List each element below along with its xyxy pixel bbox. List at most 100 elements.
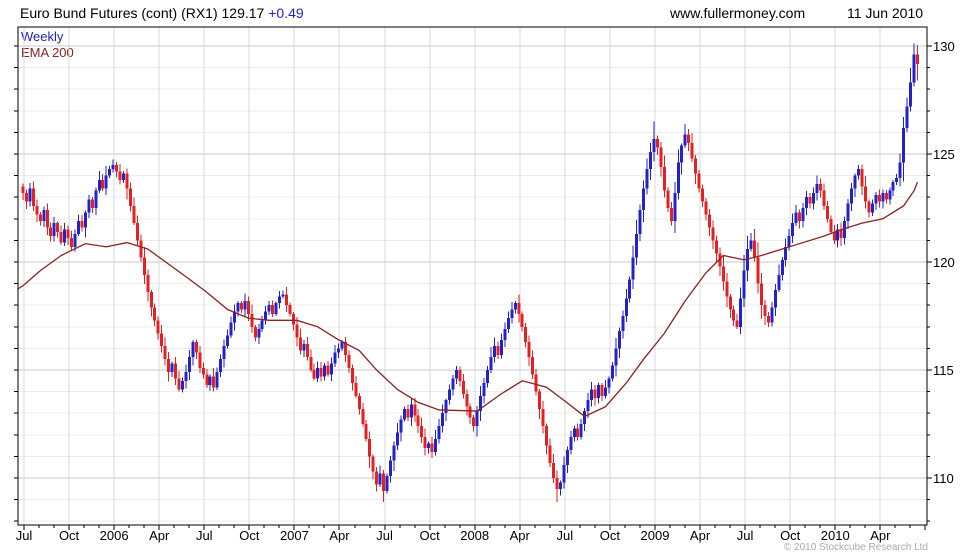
candle bbox=[177, 378, 181, 390]
x-axis-label: 2006 bbox=[99, 528, 129, 543]
candle bbox=[687, 134, 691, 144]
candle bbox=[853, 175, 857, 189]
candle bbox=[357, 395, 361, 409]
candle bbox=[423, 436, 427, 448]
candle bbox=[881, 192, 885, 202]
candle bbox=[607, 378, 611, 388]
candle bbox=[239, 303, 243, 310]
candle bbox=[538, 391, 542, 409]
x-axis-label: 2010 bbox=[820, 528, 850, 543]
candle bbox=[714, 240, 718, 254]
candle bbox=[891, 182, 895, 191]
candle bbox=[811, 192, 815, 204]
x-axis-label: Oct bbox=[239, 528, 260, 543]
candle bbox=[413, 404, 417, 416]
candle bbox=[160, 333, 164, 347]
x-axis-label: Oct bbox=[599, 528, 621, 543]
candle bbox=[683, 134, 687, 146]
candle bbox=[583, 411, 587, 424]
candle bbox=[555, 478, 559, 489]
x-axis-label: Jul bbox=[15, 528, 33, 543]
candle bbox=[219, 359, 223, 373]
x-axis-label: Jul bbox=[556, 528, 574, 543]
candle bbox=[309, 357, 313, 370]
candle bbox=[572, 428, 576, 437]
candle bbox=[915, 54, 919, 64]
candle bbox=[711, 227, 715, 241]
candle bbox=[759, 283, 763, 306]
candle bbox=[191, 341, 195, 358]
candle bbox=[364, 424, 368, 440]
candle bbox=[70, 238, 74, 247]
candle bbox=[444, 400, 448, 414]
candle bbox=[125, 173, 129, 189]
candle bbox=[850, 188, 854, 204]
candle bbox=[867, 201, 871, 213]
candle bbox=[146, 274, 150, 293]
candle bbox=[333, 352, 337, 364]
x-axis-label: Apr bbox=[149, 528, 170, 543]
candle bbox=[558, 482, 562, 489]
candle bbox=[766, 316, 770, 323]
x-axis-label: 2009 bbox=[640, 528, 670, 543]
candle bbox=[24, 192, 28, 202]
x-axis-label: 2007 bbox=[279, 528, 309, 543]
candle bbox=[330, 363, 334, 375]
candle bbox=[101, 179, 105, 189]
x-axis-label: 2008 bbox=[460, 528, 490, 543]
candle bbox=[156, 320, 160, 334]
candle bbox=[597, 385, 601, 399]
candle bbox=[541, 408, 545, 427]
candle bbox=[212, 376, 216, 388]
x-axis-label: Apr bbox=[870, 528, 891, 543]
candle bbox=[617, 331, 621, 349]
candle bbox=[323, 365, 327, 377]
candle bbox=[406, 408, 410, 418]
candle bbox=[798, 212, 802, 221]
candle bbox=[725, 281, 729, 297]
candle bbox=[278, 296, 282, 304]
candle bbox=[427, 443, 431, 448]
x-axis-label: Jul bbox=[376, 528, 393, 543]
candle bbox=[194, 341, 198, 353]
candle bbox=[395, 432, 399, 446]
candle bbox=[385, 475, 389, 491]
candle bbox=[704, 201, 708, 215]
candle bbox=[389, 460, 393, 476]
candle bbox=[902, 128, 906, 163]
candle bbox=[430, 443, 434, 453]
candle bbox=[97, 179, 101, 191]
candle bbox=[586, 400, 590, 412]
candle bbox=[680, 145, 684, 163]
candle bbox=[205, 374, 209, 386]
candle bbox=[281, 294, 285, 297]
candle bbox=[787, 236, 791, 247]
candle bbox=[35, 205, 39, 215]
candle bbox=[635, 233, 639, 258]
candle bbox=[773, 290, 777, 308]
candle bbox=[350, 367, 354, 383]
candle bbox=[340, 341, 344, 349]
candle bbox=[347, 354, 351, 368]
candle bbox=[510, 309, 514, 319]
candle bbox=[735, 320, 739, 327]
candle bbox=[732, 309, 736, 321]
candle bbox=[694, 158, 698, 174]
candle bbox=[59, 231, 63, 243]
price-chart bbox=[14, 26, 932, 530]
candle bbox=[447, 389, 451, 401]
candle bbox=[87, 199, 91, 213]
candle bbox=[298, 337, 302, 351]
candle bbox=[888, 190, 892, 200]
candle bbox=[250, 313, 254, 327]
candle bbox=[527, 341, 531, 358]
candle bbox=[226, 335, 230, 347]
candle bbox=[371, 456, 375, 472]
candle bbox=[805, 197, 809, 208]
candle bbox=[45, 210, 49, 228]
candle bbox=[624, 298, 628, 316]
candle bbox=[898, 162, 902, 178]
candle bbox=[531, 357, 535, 375]
candle bbox=[548, 445, 552, 463]
candle bbox=[655, 138, 659, 148]
